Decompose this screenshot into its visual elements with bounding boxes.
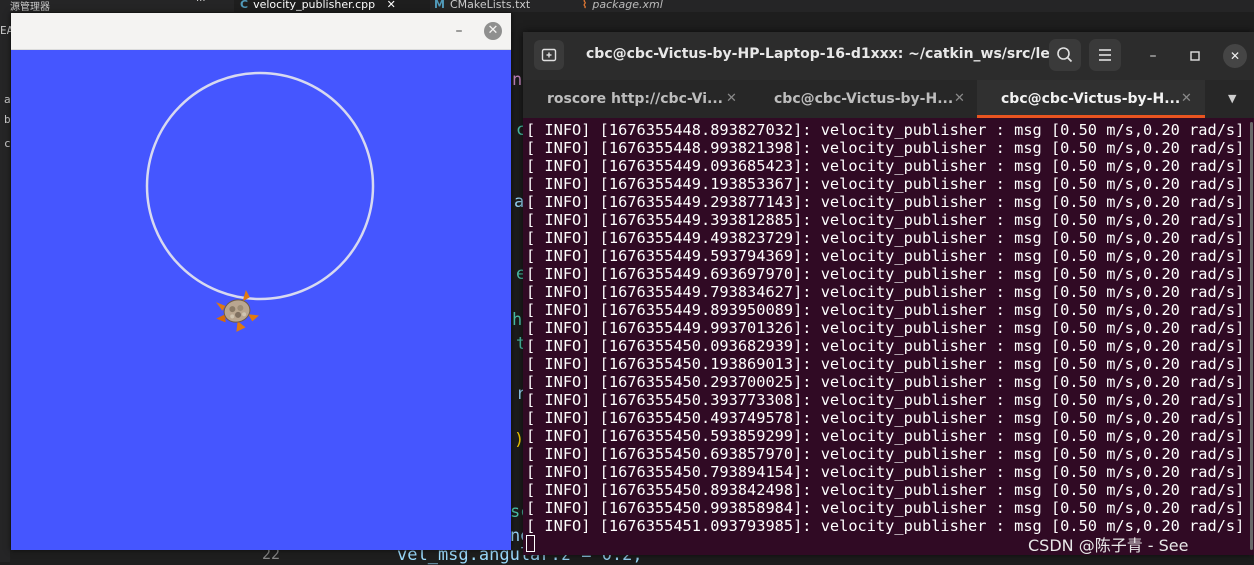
terminal-title: cbc@cbc-Victus-by-HP-Laptop-16-d1xxx: ~/… (586, 46, 1076, 62)
turtlesim-titlebar[interactable]: – ✕ (11, 13, 511, 50)
terminal-output[interactable]: [ INFO] [1676355448.893827032]: velocity… (526, 121, 1246, 555)
terminal-line: [ INFO] [1676355450.193869013]: velocity… (526, 355, 1245, 373)
turtlesim-canvas (11, 50, 511, 550)
terminal-line: [ INFO] [1676355449.093685423]: velocity… (526, 157, 1245, 175)
cmake-file-icon: M (434, 0, 445, 11)
terminal-line: [ INFO] [1676355450.493749578]: velocity… (526, 409, 1245, 427)
tab-label: velocity_publisher.cpp (253, 0, 376, 11)
terminal-line: [ INFO] [1676355450.793894154]: velocity… (526, 463, 1245, 481)
terminal-scrollbar[interactable] (1250, 122, 1253, 550)
search-icon (1057, 47, 1073, 63)
explorer-item[interactable]: b (4, 113, 11, 126)
terminal-line: [ INFO] [1676355449.493823729]: velocity… (526, 229, 1245, 247)
minimize-button[interactable]: – (1141, 44, 1165, 68)
terminal-line: [ INFO] [1676355449.593794369]: velocity… (526, 247, 1245, 265)
terminal-line: [ INFO] [1676355449.393812885]: velocity… (526, 211, 1245, 229)
tab-roscore[interactable]: roscore http://cbc-Vi... ✕ (523, 80, 749, 118)
tab-label: cbc@cbc-Victus-by-H... (1001, 91, 1181, 107)
search-button[interactable] (1049, 39, 1081, 71)
tab-package-xml[interactable]: ⌇ package.xml (576, 0, 712, 14)
terminal-line: [ INFO] [1676355449.693697970]: velocity… (526, 265, 1245, 283)
more-actions-icon[interactable]: ··· (196, 0, 206, 7)
tabs-dropdown-icon[interactable]: ▼ (1228, 80, 1236, 118)
close-tab-icon[interactable]: ✕ (1181, 80, 1192, 118)
explorer-item[interactable]: c (4, 137, 11, 150)
explorer-sidebar: EA a b c (0, 0, 13, 562)
terminal-line: [ INFO] [1676355450.893842498]: velocity… (526, 481, 1245, 499)
terminal-cursor (526, 535, 535, 552)
editor-tab-bar: Cvelocity_publisher.cpp ✕ M CMakeLists.tx… (226, 0, 1254, 14)
tab-terminal-3[interactable]: cbc@cbc-Victus-by-H... ✕ (977, 80, 1205, 118)
terminal-line: [ INFO] [1676355449.193853367]: velocity… (526, 175, 1245, 193)
terminal-headerbar[interactable]: cbc@cbc-Victus-by-HP-Laptop-16-d1xxx: ~/… (523, 32, 1254, 80)
tab-label: CMakeLists.txt (449, 0, 531, 11)
tab-label: package.xml (592, 0, 663, 11)
terminal-tab-bar: roscore http://cbc-Vi... ✕ cbc@cbc-Victu… (523, 80, 1254, 118)
terminal-line: [ INFO] [1676355449.293877143]: velocity… (526, 193, 1245, 211)
terminal-line: [ INFO] [1676355448.993821398]: velocity… (526, 139, 1245, 157)
tab-label: cbc@cbc-Victus-by-H... (774, 91, 954, 107)
terminal-line: [ INFO] [1676355450.993858984]: velocity… (526, 499, 1245, 517)
code-fragment: h (512, 310, 523, 330)
new-tab-button[interactable] (534, 40, 564, 70)
tab-label: roscore http://cbc-Vi... (547, 91, 723, 107)
close-tab-icon[interactable]: ✕ (726, 80, 737, 118)
tab-terminal-2[interactable]: cbc@cbc-Victus-by-H... ✕ (749, 80, 977, 118)
terminal-line: [ INFO] [1676355450.393773308]: velocity… (526, 391, 1245, 409)
terminal-line: [ INFO] [1676355450.093682939]: velocity… (526, 337, 1245, 355)
close-tab-icon[interactable]: ✕ (954, 80, 965, 118)
menu-button[interactable] (1089, 39, 1121, 71)
rss-icon: ⌇ (582, 0, 588, 11)
terminal-line: [ INFO] [1676355449.993701326]: velocity… (526, 319, 1245, 337)
new-tab-icon (541, 48, 557, 62)
close-button[interactable]: ✕ (484, 22, 502, 40)
hamburger-menu-icon (1099, 49, 1111, 61)
close-button[interactable]: ✕ (1223, 44, 1247, 68)
cpp-file-icon: C (240, 0, 249, 11)
terminal-line: [ INFO] [1676355450.693857970]: velocity… (526, 445, 1245, 463)
turtlesim-window: – ✕ (11, 13, 511, 550)
terminal-window: cbc@cbc-Victus-by-HP-Laptop-16-d1xxx: ~/… (523, 32, 1254, 555)
terminal-line: [ INFO] [1676355450.593859299]: velocity… (526, 427, 1245, 445)
terminal-line: [ INFO] [1676355449.893950089]: velocity… (526, 301, 1245, 319)
terminal-line: [ INFO] [1676355449.793834627]: velocity… (526, 283, 1245, 301)
maximize-button[interactable] (1183, 44, 1207, 68)
terminal-line: [ INFO] [1676355448.893827032]: velocity… (526, 121, 1245, 139)
minimize-button[interactable]: – (451, 21, 467, 41)
watermark: CSDN @陈子青 - See (1028, 536, 1189, 555)
maximize-icon (1190, 51, 1200, 61)
explorer-header: 资源管理器 ··· (0, 0, 226, 13)
close-tab-icon[interactable]: ✕ (387, 0, 396, 11)
terminal-line: [ INFO] [1676355450.293700025]: velocity… (526, 373, 1245, 391)
explorer-item[interactable]: a (4, 93, 11, 106)
